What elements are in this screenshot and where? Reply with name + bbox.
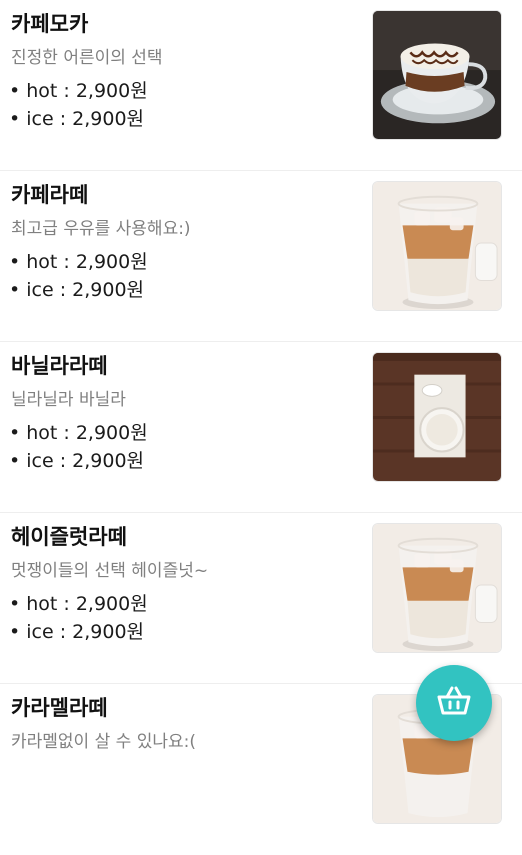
menu-item-image[interactable] bbox=[372, 523, 502, 653]
hot-price: • hot : 2,900원 bbox=[9, 80, 148, 102]
menu-item-name: 헤이즐럿라떼 bbox=[11, 525, 127, 549]
menu-item-name: 카페모카 bbox=[11, 12, 89, 36]
cart-button[interactable] bbox=[416, 665, 492, 741]
menu-item-description: 최고급 우유를 사용해요:) bbox=[11, 219, 191, 239]
ice-price: • ice : 2,900원 bbox=[9, 621, 145, 643]
menu-item-cafe-latte[interactable]: 카페라떼 최고급 우유를 사용해요:) • hot : 2,900원 • ice… bbox=[0, 171, 522, 342]
ice-price: • ice : 2,900원 bbox=[9, 279, 145, 301]
menu-item-description: 진정한 어른이의 선택 bbox=[11, 48, 163, 68]
menu-item-name: 카라멜라떼 bbox=[11, 696, 108, 720]
menu-item-cafe-mocha[interactable]: 카페모카 진정한 어른이의 선택 • hot : 2,900원 • ice : … bbox=[0, 0, 522, 171]
menu-item-name: 카페라떼 bbox=[11, 183, 89, 207]
hot-price: • hot : 2,900원 bbox=[9, 422, 148, 444]
menu-item-image[interactable] bbox=[372, 352, 502, 482]
ice-price: • ice : 2,900원 bbox=[9, 450, 145, 472]
menu-item-name: 바닐라라떼 bbox=[11, 354, 108, 378]
ice-price: • ice : 2,900원 bbox=[9, 108, 145, 130]
hot-price: • hot : 2,900원 bbox=[9, 251, 148, 273]
menu-item-description: 멋쟁이들의 선택 헤이즐넛~ bbox=[11, 561, 209, 581]
menu-item-description: 카라멜없이 살 수 있나요:( bbox=[11, 732, 196, 752]
menu-item-image[interactable] bbox=[372, 181, 502, 311]
basket-icon bbox=[437, 686, 471, 720]
menu-item-description: 닐라닐라 바닐라 bbox=[11, 390, 126, 410]
menu-item-image[interactable] bbox=[372, 10, 502, 140]
hot-price: • hot : 2,900원 bbox=[9, 593, 148, 615]
menu-item-vanilla-latte[interactable]: 바닐라라떼 닐라닐라 바닐라 • hot : 2,900원 • ice : 2,… bbox=[0, 342, 522, 513]
menu-item-hazelnut-latte[interactable]: 헤이즐럿라떼 멋쟁이들의 선택 헤이즐넛~ • hot : 2,900원 • i… bbox=[0, 513, 522, 684]
